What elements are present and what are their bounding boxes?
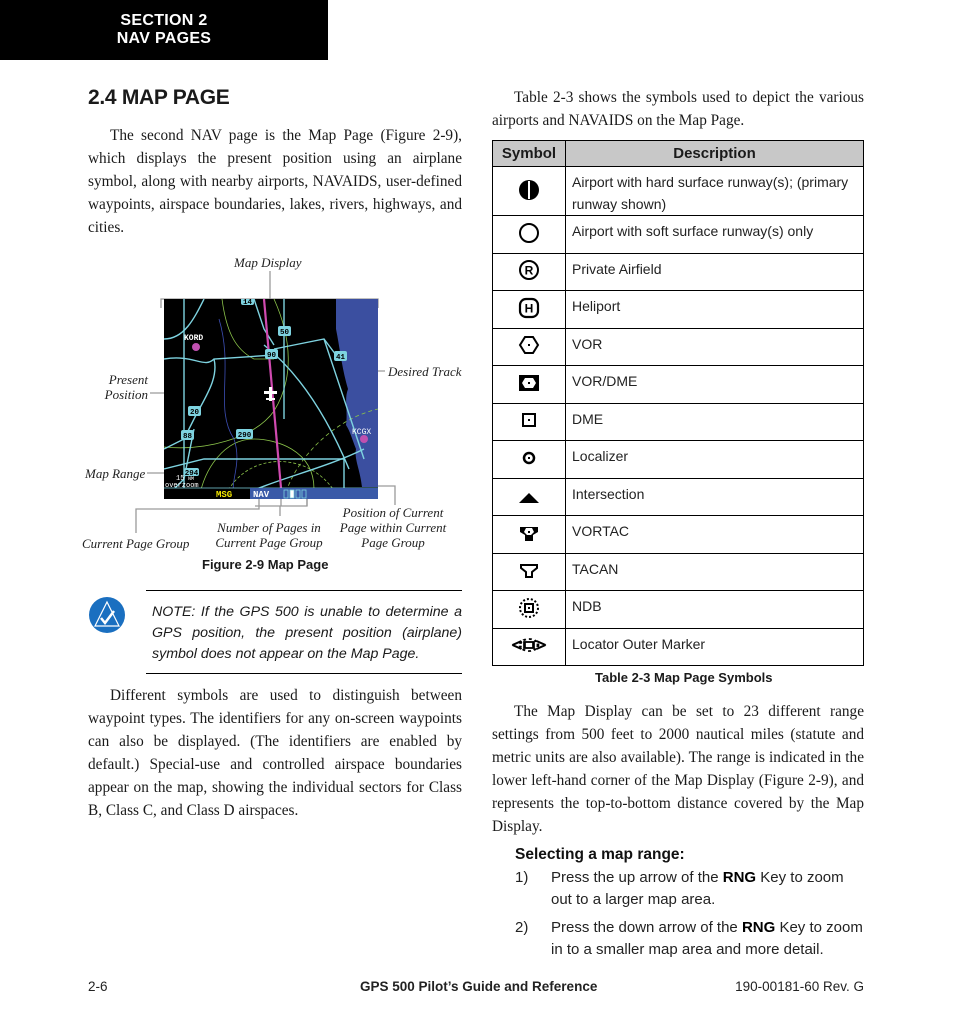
symbol-cell	[492, 166, 566, 216]
waypoint-symbols-paragraph: Different symbols are used to distinguis…	[88, 687, 462, 819]
table-caption: Table 2-3 Map Page Symbols	[595, 670, 773, 685]
svg-text:14: 14	[243, 299, 253, 307]
description-cell: VOR	[565, 327, 864, 366]
locator-outer-marker-icon	[511, 638, 547, 653]
table-row: VOR/DME	[492, 365, 864, 404]
highway-shield: 90	[265, 349, 278, 360]
table-row: Intersection	[492, 477, 864, 516]
procedure: Selecting a map range:	[515, 844, 685, 866]
document-number: 190-00181-60 Rev. G	[735, 979, 864, 994]
table-row: R Private Airfield	[492, 252, 864, 291]
svg-text:H: H	[525, 301, 534, 315]
symbol-cell	[492, 365, 566, 404]
figure-caption: Figure 2-9 Map Page	[202, 557, 329, 572]
description-cell: Heliport	[565, 290, 864, 329]
highway-shield: 88	[181, 430, 194, 441]
symbol-cell	[492, 327, 566, 366]
symbol-cell	[492, 477, 566, 516]
svg-text:88: 88	[183, 433, 193, 441]
tacan-icon	[520, 564, 538, 579]
svg-text:290: 290	[238, 432, 252, 440]
highway-shield: 20	[188, 406, 201, 417]
procedure-title: Selecting a map range:	[515, 846, 685, 863]
current-page-box	[289, 489, 295, 499]
description-cell: NDB	[565, 590, 864, 629]
svg-text:R: R	[525, 264, 534, 278]
symbol-cell	[492, 552, 566, 591]
svg-text:20: 20	[190, 409, 200, 417]
table-row: NDB	[492, 590, 864, 629]
symbol-cell: H	[492, 290, 566, 329]
table-row: TACAN	[492, 552, 864, 591]
table-row: DME	[492, 402, 864, 441]
table-row: VORTAC	[492, 515, 864, 554]
symbol-cell	[492, 440, 566, 479]
footer-title: GPS 500 Pilot’s Guide and Reference	[360, 979, 598, 994]
note-rule-bottom	[146, 673, 462, 674]
airport-hard-runway-icon	[519, 179, 539, 200]
table-row: Airport with soft surface runway(s) only	[492, 215, 864, 254]
procedure-step: 1) Press the up arrow of the RNG Key to z…	[515, 869, 844, 908]
highway-shield: 41	[334, 351, 347, 362]
table-intro-paragraph: Table 2-3 shows the symbols used to depi…	[492, 89, 864, 129]
vor-icon	[518, 336, 540, 355]
table-header-row: Symbol Description	[492, 140, 864, 167]
symbol-cell	[492, 402, 566, 441]
table-row: Airport with hard surface runway(s); (pr…	[492, 166, 864, 216]
description-cell: Private Airfield	[565, 252, 864, 291]
ndb-icon	[519, 597, 539, 618]
svg-text:50: 50	[280, 329, 290, 337]
table-row: Localizer	[492, 440, 864, 479]
dme-icon	[522, 413, 536, 428]
procedure-step: 2) Press the down arrow of the RNG Key to…	[515, 919, 863, 958]
airport-label-kcgx: KCGX	[352, 428, 371, 437]
vortac-icon	[520, 526, 538, 541]
description-cell: Airport with soft surface runway(s) only	[565, 215, 864, 254]
page-number: 2-6	[88, 979, 108, 994]
svg-text:90: 90	[267, 352, 277, 360]
private-airfield-icon: R	[519, 260, 539, 281]
page-group-msg: MSG	[216, 490, 232, 499]
note-text: NOTE: If the GPS 500 is unable to determ…	[152, 604, 462, 662]
description-cell: DME	[565, 402, 864, 441]
note-rule-top	[146, 590, 462, 591]
map-symbols-table: Symbol Description Airport with hard sur…	[492, 140, 864, 666]
svg-text:41: 41	[336, 354, 346, 362]
table-row: VOR	[492, 327, 864, 366]
symbol-cell	[492, 515, 566, 554]
column-header-description: Description	[565, 140, 864, 167]
description-cell: Intersection	[565, 477, 864, 516]
table-row: H Heliport	[492, 290, 864, 329]
symbol-cell	[492, 627, 566, 666]
table-row: Locator Outer Marker	[492, 627, 864, 666]
airport-label-kord: KORD	[184, 334, 203, 343]
description-cell: VOR/DME	[565, 365, 864, 404]
highway-shield: 50	[278, 326, 291, 337]
page-group-nav: NAV	[253, 490, 270, 499]
localizer-icon	[522, 451, 536, 464]
symbol-cell: R	[492, 252, 566, 291]
description-cell: Locator Outer Marker	[565, 627, 864, 666]
highway-shield: 290	[236, 429, 253, 440]
vor-dme-icon	[519, 374, 539, 391]
map-range-paragraph: The Map Display can be set to 23 differe…	[492, 703, 864, 835]
description-cell: Localizer	[565, 440, 864, 479]
description-cell: VORTAC	[565, 515, 864, 554]
heliport-icon: H	[518, 297, 540, 318]
map-display[interactable]: KORD KCGX 14 50 90 41 20 88 290 294 15 N…	[164, 299, 378, 499]
description-cell: Airport with hard surface runway(s); (pr…	[565, 166, 864, 216]
column-header-symbol: Symbol	[492, 140, 566, 167]
intersection-icon	[519, 493, 539, 504]
note-check-icon	[89, 597, 125, 633]
map-canvas: KORD KCGX 14 50 90 41 20 88 290 294 15 N…	[164, 299, 378, 499]
airport-soft-runway-icon	[519, 222, 539, 243]
symbol-cell	[492, 590, 566, 629]
symbol-cell	[492, 215, 566, 254]
description-cell: TACAN	[565, 552, 864, 591]
airport-kord-icon	[192, 343, 200, 351]
